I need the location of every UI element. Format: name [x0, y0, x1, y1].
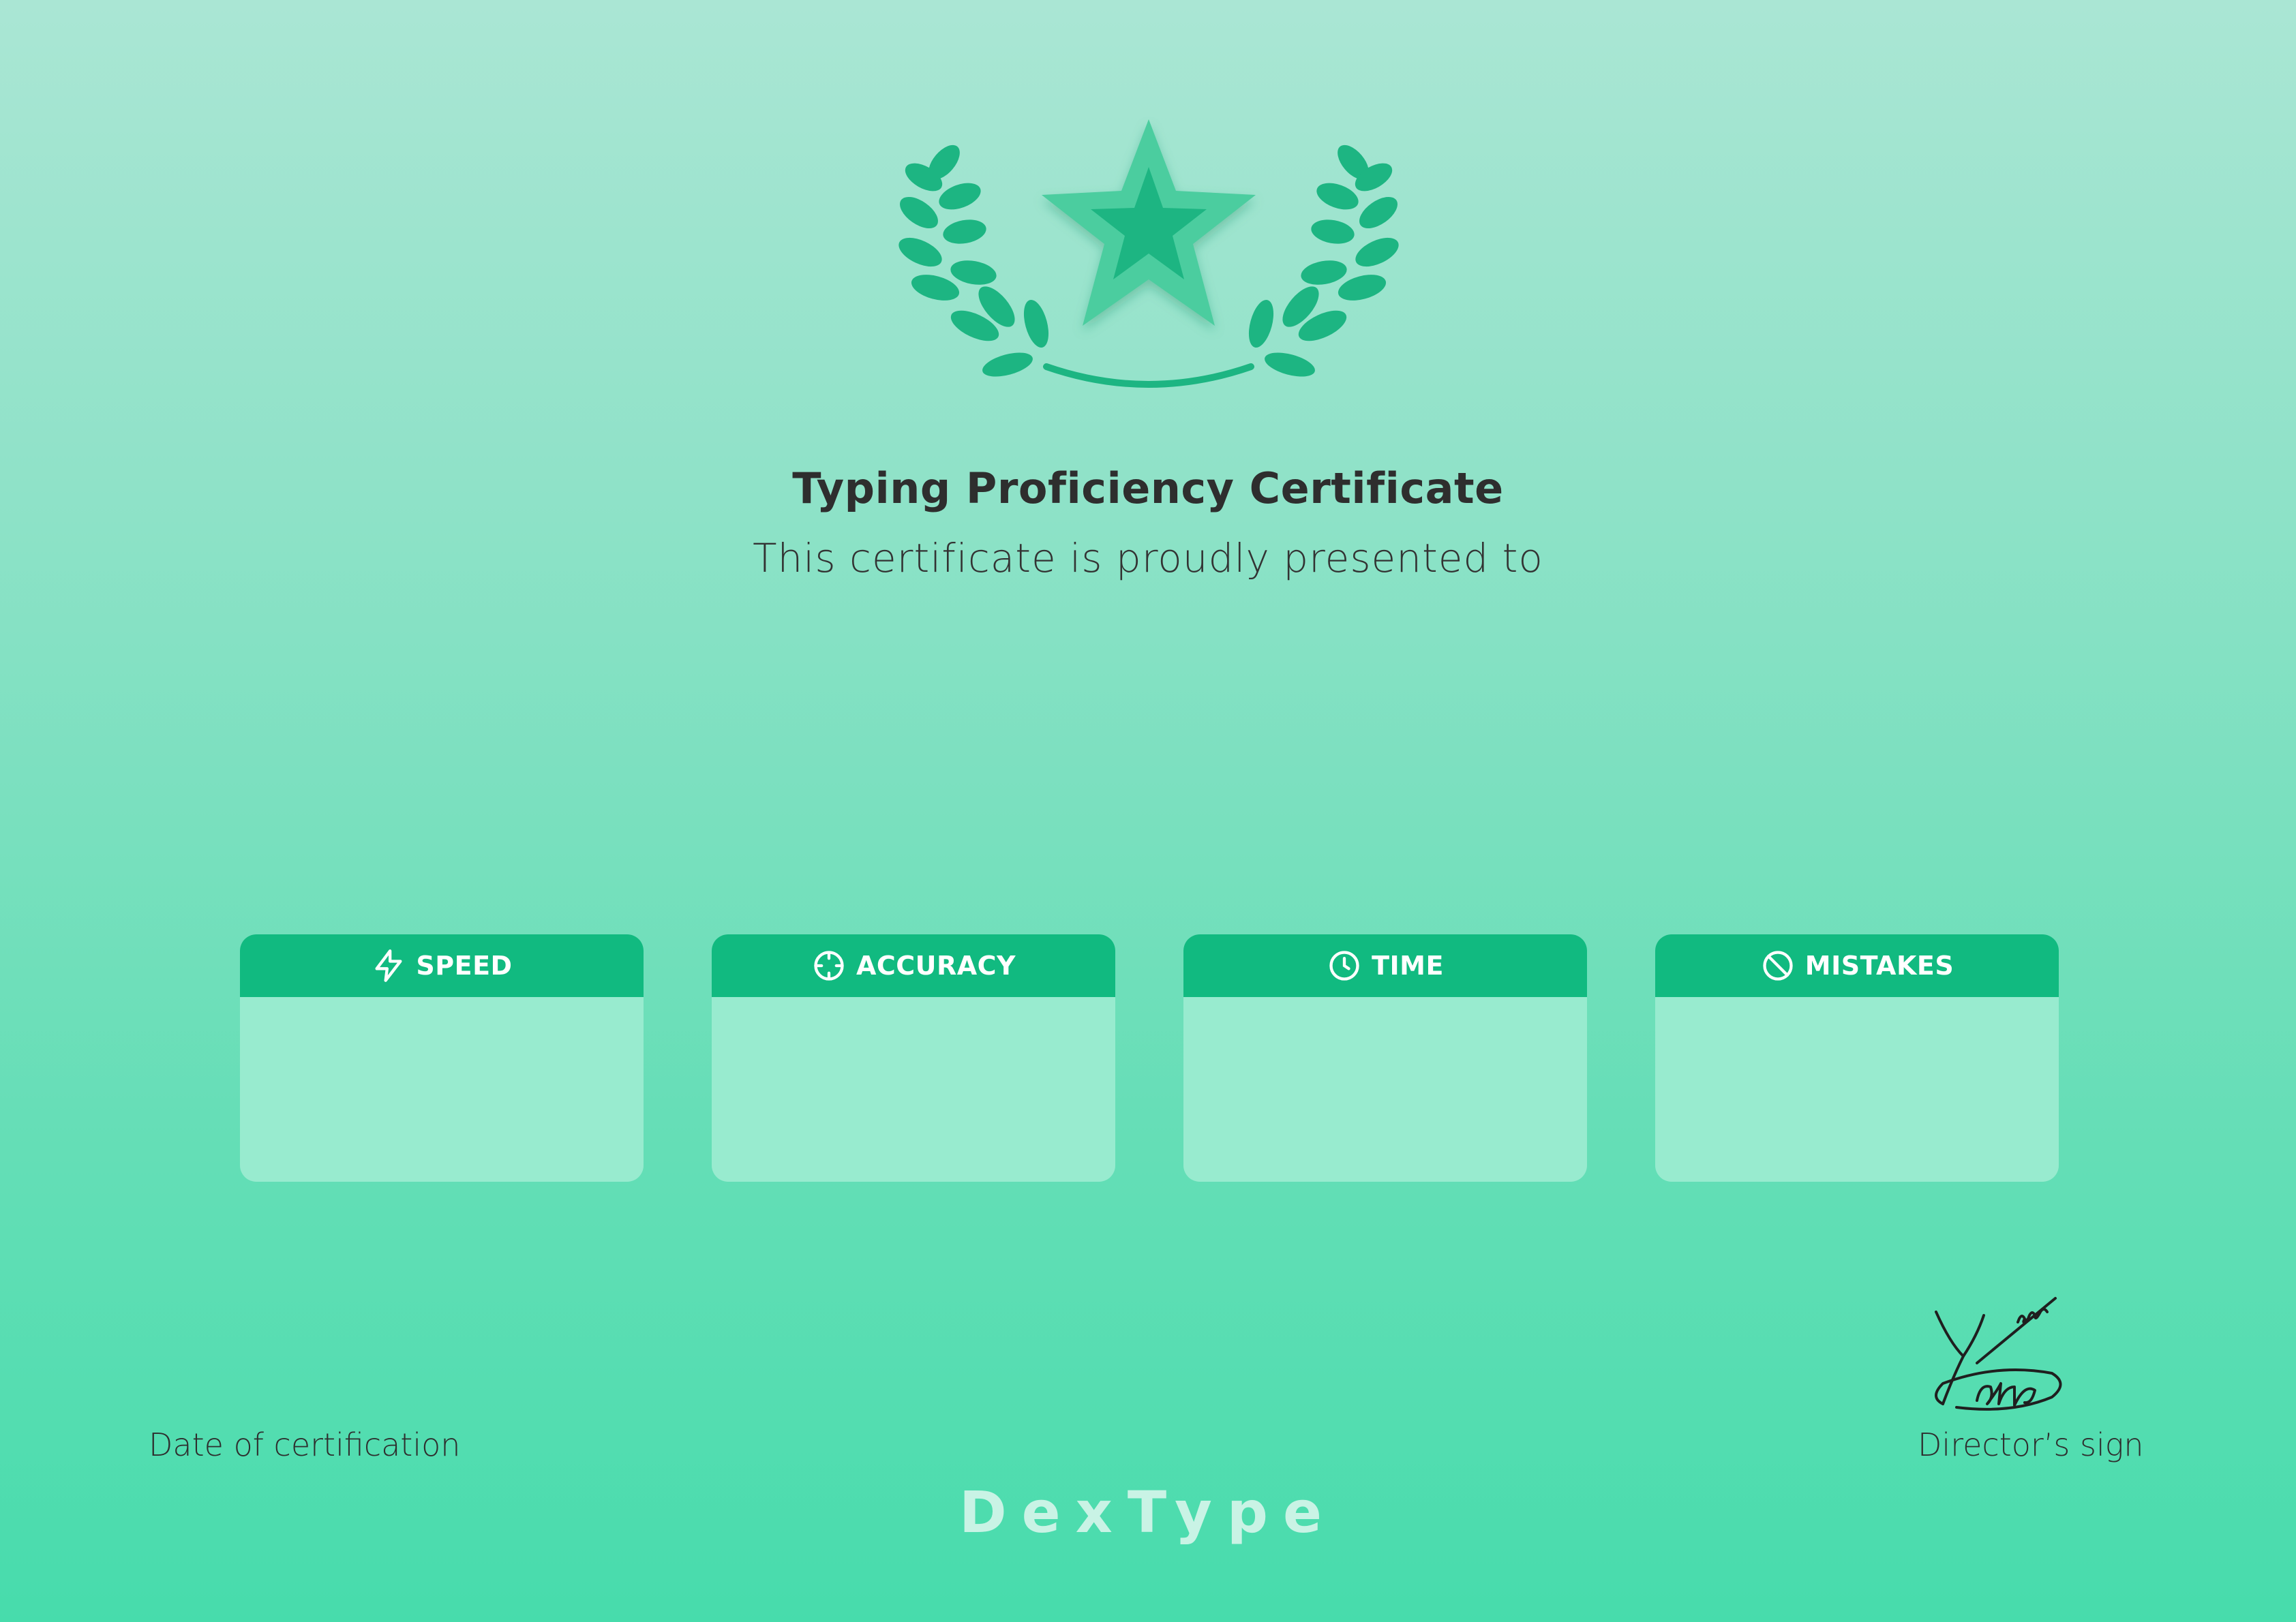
date-of-certification-label: Date of certification — [149, 1426, 461, 1463]
director-signature — [1935, 1297, 2062, 1411]
clock-icon — [1329, 951, 1359, 981]
certificate-subtitle: This certificate is proudly presented to — [753, 535, 1543, 581]
accuracy-label: ACCURACY — [856, 951, 1016, 981]
time-label: TIME — [1372, 951, 1444, 981]
right-laurel-icon — [1248, 144, 1399, 377]
accuracy-value-area — [712, 997, 1115, 1182]
mistakes-label: MISTAKES — [1804, 951, 1954, 981]
speed-label: SPEED — [416, 951, 513, 981]
mistakes-card-header: MISTAKES — [1655, 934, 2059, 997]
brand-logo: DexType — [958, 1479, 1338, 1546]
speed-value-area — [240, 997, 644, 1182]
crosshair-icon — [814, 951, 844, 981]
left-laurel-icon — [898, 144, 1049, 377]
speed-card-header: SPEED — [240, 934, 644, 997]
speed-card: SPEED — [240, 934, 644, 1182]
time-card: TIME — [1183, 934, 1587, 1182]
ribbon-icon — [1043, 363, 1254, 388]
certificate-title: Typing Proficiency Certificate — [792, 463, 1504, 513]
accuracy-card-header: ACCURACY — [712, 934, 1115, 997]
prohibited-icon — [1763, 951, 1793, 981]
mistakes-value-area — [1655, 997, 2059, 1182]
directors-sign-label: Director’s sign — [1918, 1426, 2144, 1463]
star-laurel-emblem — [898, 119, 1399, 388]
time-value-area — [1183, 997, 1587, 1182]
mistakes-card: MISTAKES — [1655, 934, 2059, 1182]
time-card-header: TIME — [1183, 934, 1587, 997]
lightning-icon — [375, 949, 402, 982]
accuracy-card: ACCURACY — [712, 934, 1115, 1182]
